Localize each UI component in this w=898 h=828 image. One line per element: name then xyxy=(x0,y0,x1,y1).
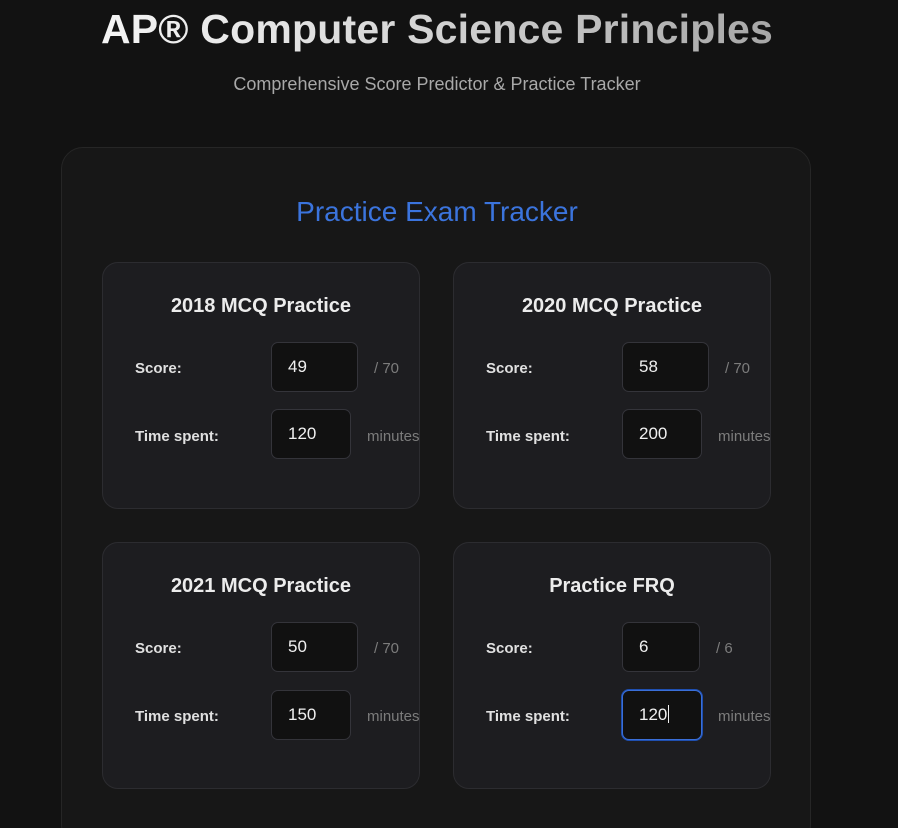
score-label: Score: xyxy=(135,360,182,377)
time-spent-input-value: 120 xyxy=(288,424,317,443)
page: AP® Computer Science Principles Comprehe… xyxy=(0,0,898,828)
score-input[interactable]: 58 xyxy=(622,342,709,392)
score-max-label: / 6 xyxy=(716,640,733,657)
time-spent-input-value: 200 xyxy=(639,424,668,443)
card-title: Practice FRQ xyxy=(549,575,675,597)
time-spent-input-value: 120 xyxy=(639,705,668,724)
time-spent-input[interactable]: 200 xyxy=(622,409,702,459)
page-title: AP® Computer Science Principles xyxy=(0,6,874,53)
score-label: Score: xyxy=(486,360,533,377)
time-spent-input[interactable]: 150 xyxy=(271,690,351,740)
time-spent-input-text: 120 xyxy=(639,705,670,725)
tracker-title: Practice Exam Tracker xyxy=(296,196,578,227)
time-spent-label: Time spent: xyxy=(135,428,219,445)
time-unit-label: minutes xyxy=(718,428,771,445)
score-max-label: / 70 xyxy=(374,640,400,657)
card-title: 2020 MCQ Practice xyxy=(521,295,703,317)
score-input[interactable]: 50 xyxy=(271,622,358,672)
score-input[interactable]: 6 xyxy=(622,622,700,672)
time-unit-label: minutes xyxy=(367,708,420,725)
time-spent-input[interactable]: 120 xyxy=(622,690,702,740)
time-unit-label: minutes xyxy=(367,428,420,445)
practice-card-2020-mcq: 2020 MCQ Practice Score: 58 / 70 Time sp… xyxy=(453,262,771,509)
time-unit-label: minutes xyxy=(718,708,771,725)
score-label: Score: xyxy=(486,640,533,657)
score-input-value: 6 xyxy=(639,637,649,656)
practice-card-frq: Practice FRQ Score: 6 / 6 Time spent: 12… xyxy=(453,542,771,789)
time-spent-input-value: 150 xyxy=(288,705,317,724)
score-input-value: 58 xyxy=(639,357,658,376)
score-max-label: / 70 xyxy=(725,360,751,377)
card-title: 2021 MCQ Practice xyxy=(170,575,352,597)
score-max-label: / 70 xyxy=(374,360,400,377)
text-caret xyxy=(668,705,670,723)
practice-card-2021-mcq: 2021 MCQ Practice Score: 50 / 70 Time sp… xyxy=(102,542,420,789)
practice-exam-tracker-panel: Practice Exam Tracker 2018 MCQ Practice … xyxy=(61,147,811,828)
page-subtitle: Comprehensive Score Predictor & Practice… xyxy=(233,74,641,94)
score-input-value: 49 xyxy=(288,357,307,376)
time-spent-label: Time spent: xyxy=(486,428,570,445)
time-spent-input[interactable]: 120 xyxy=(271,409,351,459)
score-label: Score: xyxy=(135,640,182,657)
practice-card-2018-mcq: 2018 MCQ Practice Score: 49 / 70 Time sp… xyxy=(102,262,420,509)
card-title: 2018 MCQ Practice xyxy=(170,295,352,317)
time-spent-label: Time spent: xyxy=(486,708,570,725)
score-input[interactable]: 49 xyxy=(271,342,358,392)
time-spent-label: Time spent: xyxy=(135,708,219,725)
score-input-value: 50 xyxy=(288,637,307,656)
